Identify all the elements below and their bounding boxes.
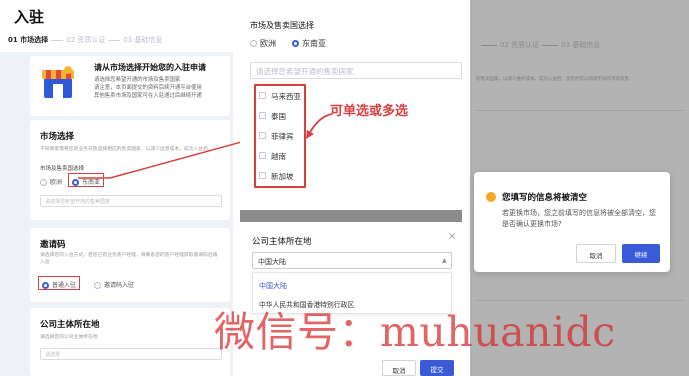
country-option[interactable]: 泰国	[256, 106, 304, 126]
company-section-desc: 请选择您的公司主体所在地	[40, 335, 98, 340]
chevron-up-icon[interactable]: ▲	[442, 257, 447, 264]
dialog-title: 您填写的信息将被清空	[502, 193, 588, 203]
step-indicator: 02 资质认证 03 基础信息	[478, 40, 600, 50]
step-indicator: 01 市场选择 02 资质认证 03 基础信息	[8, 35, 162, 45]
checkbox[interactable]	[259, 172, 266, 179]
invite-section-title: 邀请码	[40, 240, 66, 250]
invite-section-desc: 请选择您的入驻方式。若您已有业务客户经理，请联系您的客户经理获取邀请码后再入驻	[40, 253, 218, 265]
invite-card: 邀请码 请选择您的入驻方式。若您已有业务客户经理，请联系您的客户经理获取邀请码后…	[30, 228, 230, 302]
radio-invite-settle[interactable]: 邀请码入驻	[94, 280, 134, 289]
country-option[interactable]: 新加坡	[256, 166, 304, 186]
radio-europe[interactable]: 欧洲	[250, 38, 276, 49]
checkbox[interactable]	[259, 92, 266, 99]
submit-button[interactable]: 提交	[420, 360, 454, 376]
step-basic-info[interactable]: 03 基础信息	[123, 36, 162, 44]
page-title: 入驻	[14, 8, 45, 26]
company-location-select[interactable]: 请选择	[40, 348, 222, 360]
annotation-text: 可单选或多选	[330, 104, 409, 119]
radio-europe[interactable]: 欧洲	[40, 177, 62, 186]
cancel-button[interactable]: 取消	[382, 360, 416, 376]
checkbox[interactable]	[259, 152, 266, 159]
country-option[interactable]: 菲律宾	[256, 126, 304, 146]
background-text: 的售卖国家，以减少维护成本，成功入驻后，您仍然可以新增不同的市场及售	[476, 77, 629, 82]
checkbox[interactable]	[259, 132, 266, 139]
dialog-body: 若更换市场，您之前填写的信息将被全部清空，您是否确认更换市场?	[502, 209, 656, 228]
cancel-button[interactable]: 取消	[576, 244, 616, 263]
intro-description: 请选择您希望开通的市场及售卖国家 请注意，本页面提交的资料后续开通平台使用 其他…	[94, 77, 202, 99]
intro-card: 请从市场选择开始您的入驻申请 请选择您希望开通的市场及售卖国家 请注意，本页面提…	[30, 56, 230, 116]
step-qualification[interactable]: 02 资质认证	[66, 36, 105, 44]
close-icon[interactable]: ×	[448, 231, 456, 242]
modal-title: 公司主体所在地	[252, 237, 312, 247]
checkbox[interactable]	[259, 112, 266, 119]
divider	[476, 110, 684, 111]
store-icon	[42, 66, 74, 98]
watermark-text: 微信号：muhuanidc	[214, 308, 616, 356]
company-card: 公司主体所在地 请选择您的公司主体所在地 请选择	[30, 308, 230, 376]
warning-icon	[486, 192, 496, 202]
intro-title: 请从市场选择开始您的入驻申请	[94, 63, 206, 72]
country-option[interactable]: 越南	[256, 146, 304, 166]
market-country-title: 市场及售卖国选择	[250, 21, 314, 30]
continue-button[interactable]: 继续	[622, 244, 660, 263]
step-market[interactable]: 01 市场选择	[8, 36, 48, 44]
radio-southeast-asia[interactable]: 东南亚	[292, 38, 326, 49]
overlay-strip	[240, 210, 462, 222]
company-location-select[interactable]: 中国大陆	[252, 252, 452, 269]
country-option[interactable]: 马来西亚	[256, 86, 304, 106]
radio-normal-settle[interactable]: 普通入驻	[42, 280, 76, 289]
market-section-title: 市场选择	[40, 132, 75, 142]
company-section-title: 公司主体所在地	[40, 320, 100, 330]
clear-info-dialog: 您填写的信息将被清空 若更换市场，您之前填写的信息将被全部清空，您是否确认更换市…	[474, 172, 670, 272]
location-option[interactable]: 中国大陆	[259, 281, 287, 291]
country-search-input[interactable]: 请选择您希望开通的售卖国家	[250, 62, 462, 79]
country-dropdown: 马来西亚 泰国 菲律宾 越南 新加坡	[254, 84, 306, 188]
